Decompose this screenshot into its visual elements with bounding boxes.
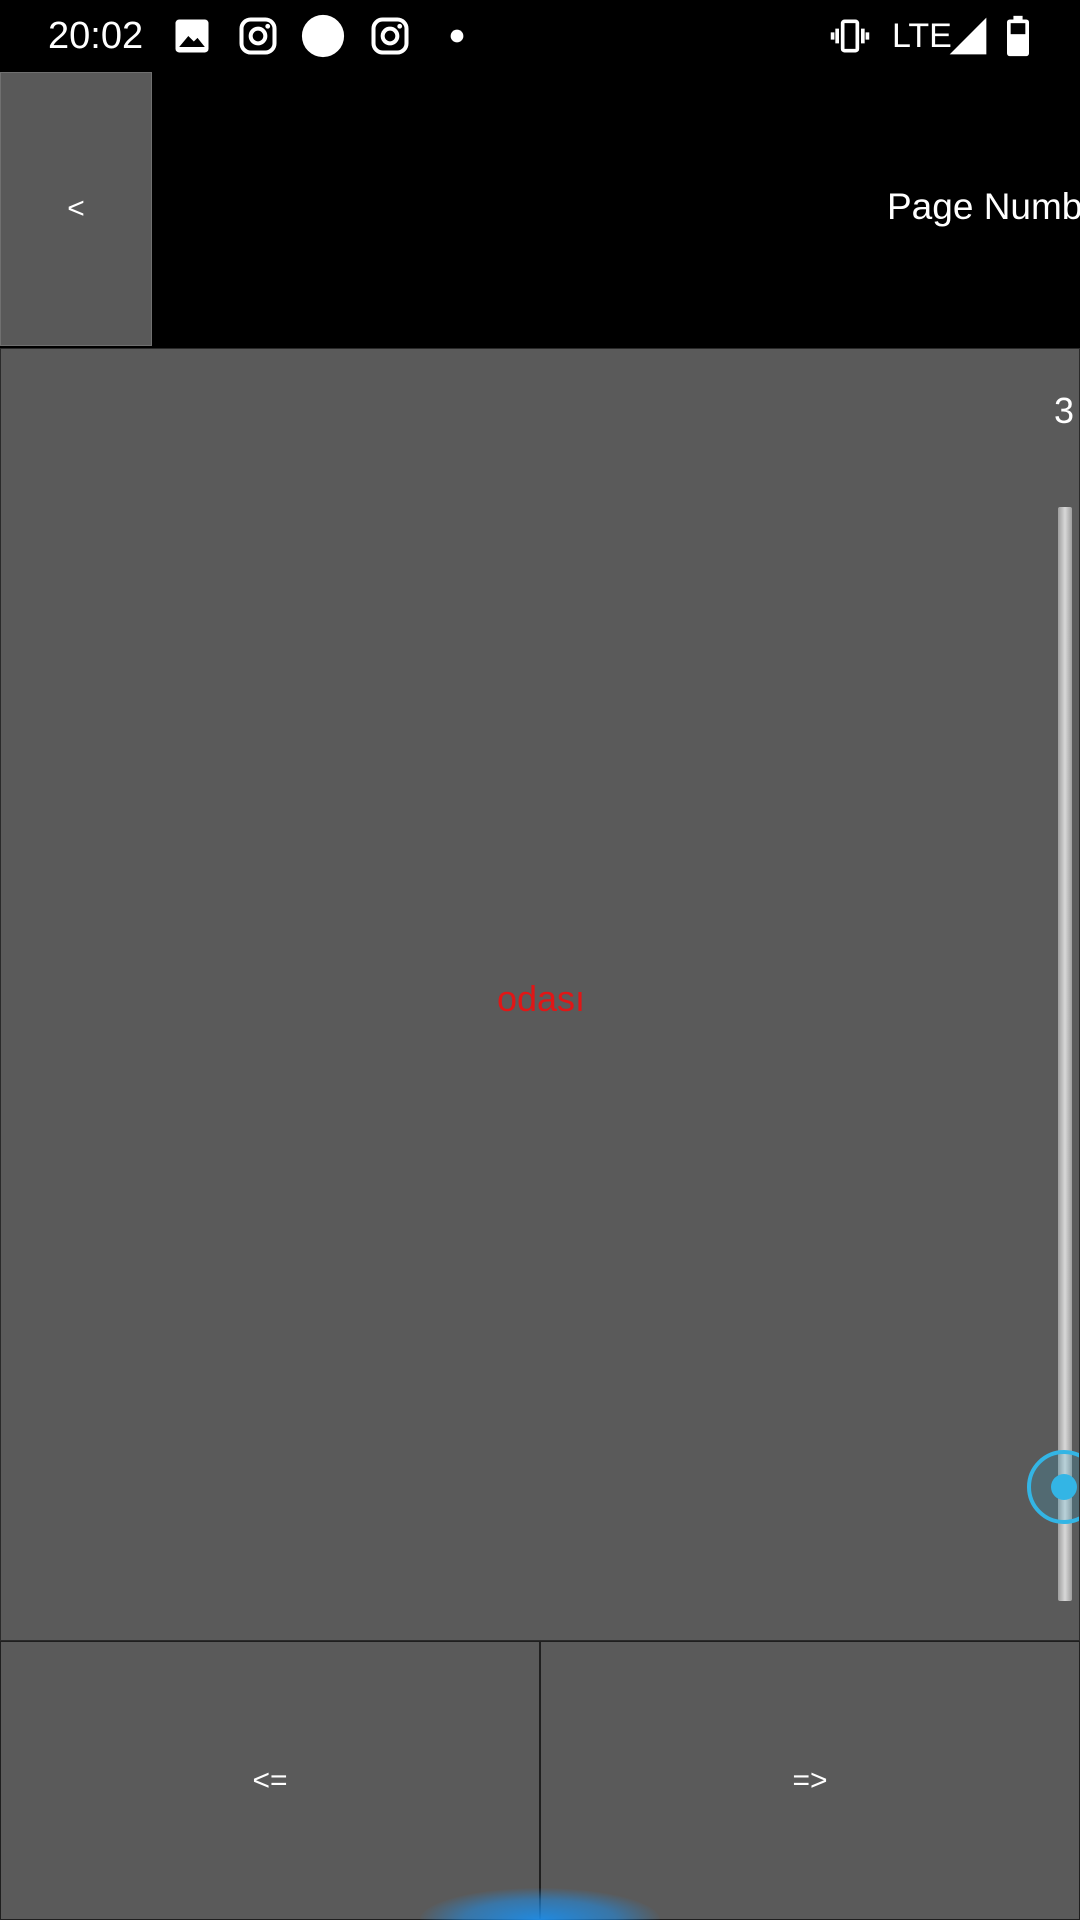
next-button[interactable]: =>	[540, 1641, 1080, 1920]
status-bar: 20:02 LTE	[0, 0, 1080, 72]
vertical-slider-thumb[interactable]	[1027, 1450, 1079, 1524]
dot-icon	[440, 19, 474, 53]
toolbar: < Page Numb	[0, 72, 1080, 348]
screen: 20:02 LTE < Page Numb 3 odası <= =>	[0, 0, 1080, 1920]
page-count: 3	[1054, 390, 1075, 431]
battery-icon	[996, 14, 1040, 58]
page-number-label: Page Numb	[887, 186, 1080, 227]
slider-thumb-dot	[1051, 1474, 1077, 1500]
vertical-slider-track[interactable]	[1058, 507, 1072, 1601]
signal-icon	[946, 14, 990, 58]
vibrate-icon	[828, 14, 872, 58]
circle-icon	[300, 13, 346, 59]
status-time: 20:02	[48, 15, 144, 57]
instagram-icon	[236, 14, 280, 58]
word-text: odası	[496, 978, 586, 1019]
image-icon	[170, 14, 214, 58]
network-type: LTE	[892, 17, 952, 55]
instagram-icon	[368, 14, 412, 58]
content-area: 3 odası	[0, 348, 1080, 1641]
previous-button[interactable]: <=	[0, 1641, 540, 1920]
back-button[interactable]: <	[0, 72, 152, 346]
